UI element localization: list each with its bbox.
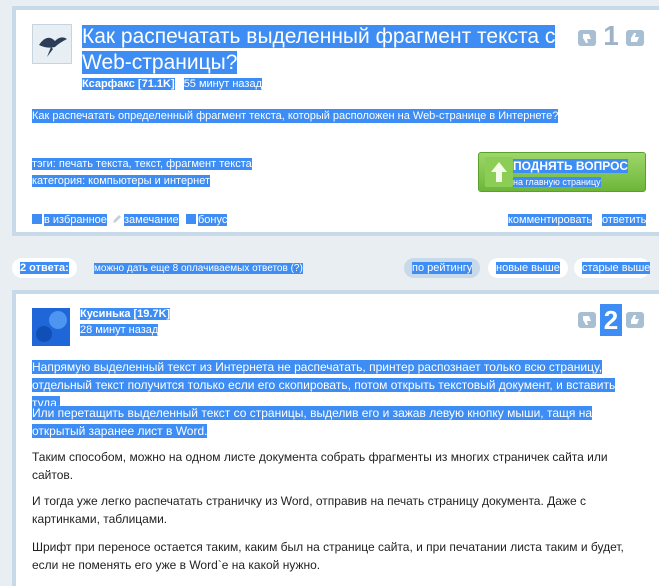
- question-title[interactable]: Как распечатать выделенный фрагмент текс…: [82, 24, 562, 76]
- bonus-icon: [186, 214, 196, 224]
- answer-rating: 2: [600, 304, 622, 336]
- raise-question-button[interactable]: ПОДНЯТЬ ВОПРОС на главную страницу: [478, 152, 646, 192]
- question-card: Как распечатать выделенный фрагмент текс…: [12, 6, 659, 236]
- answers-count: 2 ответа:: [12, 258, 77, 278]
- remark-link[interactable]: замечание: [112, 214, 179, 226]
- question-time: 55 минут назад: [183, 78, 263, 90]
- question-rating: 1: [603, 20, 619, 51]
- pencil-icon: [112, 214, 122, 224]
- answer-link[interactable]: ответить: [602, 214, 647, 226]
- answer-time: 28 минут назад: [80, 324, 159, 336]
- sort-newest-tab[interactable]: новые выше: [488, 258, 568, 278]
- author-avatar[interactable]: [32, 24, 72, 64]
- question-tags: тэги: печать текста, текст, фрагмент тек…: [32, 156, 252, 190]
- raise-button-label: ПОДНЯТЬ ВОПРОС: [513, 159, 629, 173]
- sort-by-rating-tab[interactable]: по рейтингу: [404, 258, 481, 278]
- answer-card: Кусинька [19.7K] 28 минут назад 2 Напрям…: [12, 290, 659, 586]
- thumbs-up-icon[interactable]: [626, 30, 644, 46]
- answers-bar: 2 ответа: можно дать еще 8 оплачиваемых …: [0, 258, 659, 280]
- answer-paragraph: И тогда уже легко распечатать страничку …: [32, 494, 586, 526]
- paid-answers-note[interactable]: можно дать еще 8 оплачиваемых ответов (?…: [94, 263, 303, 274]
- answer-paragraph: Или перетащить выделенный текст со стран…: [32, 406, 592, 438]
- sort-oldest-tab[interactable]: старые выше: [574, 258, 651, 278]
- category-line[interactable]: категория: компьютеры и интернет: [32, 175, 211, 187]
- thumbs-down-icon[interactable]: [578, 30, 596, 46]
- question-meta: Ксарфакс [71.1K] 55 минут назад: [82, 78, 263, 90]
- bonus-link[interactable]: бонус: [186, 214, 228, 226]
- arrow-up-icon: [485, 157, 513, 187]
- thumbs-down-icon[interactable]: [578, 312, 596, 328]
- answer-author-avatar[interactable]: [32, 308, 70, 346]
- question-author-link[interactable]: Ксарфакс [71.1K]: [82, 78, 175, 90]
- answer-author[interactable]: Кусинька [19.7K]: [80, 308, 171, 320]
- thumbs-up-icon[interactable]: [626, 312, 644, 328]
- star-icon: [32, 214, 42, 224]
- tags-line[interactable]: тэги: печать текста, текст, фрагмент тек…: [32, 158, 252, 170]
- answer-paragraph: Шрифт при переносе остается таким, каким…: [32, 540, 624, 572]
- raise-button-sublabel: на главную страницу: [513, 177, 601, 187]
- answer-paragraph: Таким способом, можно на одном листе док…: [32, 450, 608, 482]
- comment-link[interactable]: комментировать: [508, 214, 593, 226]
- question-body: Как распечатать определенный фрагмент те…: [32, 109, 559, 123]
- favorite-link[interactable]: в избранное: [32, 214, 107, 226]
